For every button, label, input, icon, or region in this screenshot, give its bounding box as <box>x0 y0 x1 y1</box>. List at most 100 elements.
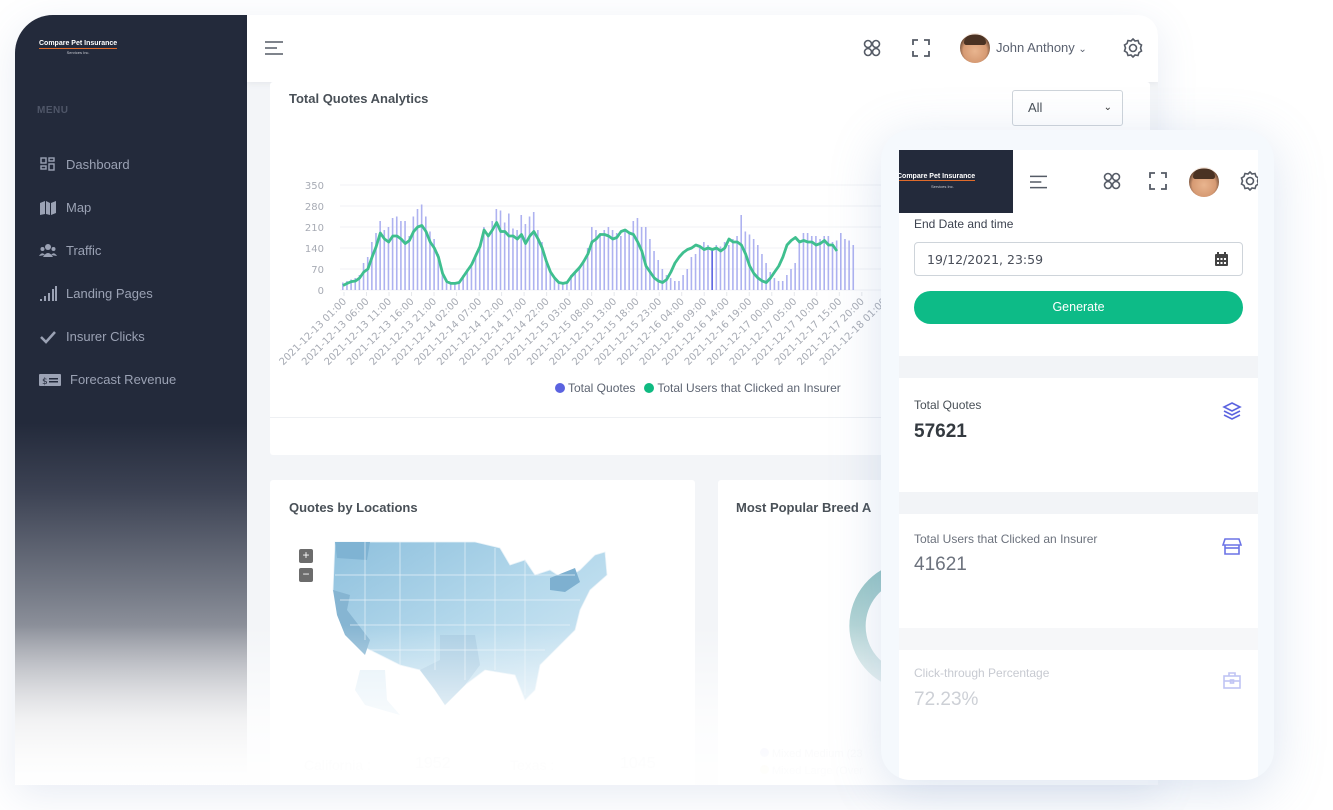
generate-button[interactable]: Generate <box>914 291 1243 324</box>
mobile-screen: Compare Pet Insurance Services Inc. End … <box>899 150 1258 780</box>
bar-total-quotes <box>707 245 709 290</box>
section-separator <box>899 356 1258 378</box>
apps-icon[interactable] <box>861 37 883 59</box>
stat-value: 41621 <box>914 554 967 575</box>
bar-total-quotes <box>591 227 593 290</box>
bar-total-quotes <box>387 227 390 290</box>
stage: Compare Pet Insurance Services Inc. MENU… <box>0 0 1333 810</box>
section-separator <box>899 628 1258 650</box>
legend-item-quotes[interactable]: Total Quotes <box>555 381 635 395</box>
y-tick-label: 280 <box>305 202 324 213</box>
bar-total-quotes <box>786 275 788 290</box>
legend-swatch <box>760 748 769 757</box>
stat-value: 72.23% <box>914 689 979 710</box>
bar-total-quotes <box>844 239 846 290</box>
stat-value: 57621 <box>914 421 967 442</box>
bar-total-quotes <box>545 263 547 290</box>
section-separator <box>899 492 1258 514</box>
locations-card: Quotes by Locations + − California : 195… <box>270 480 695 785</box>
mobile-menu-toggle-icon[interactable] <box>1030 175 1047 189</box>
breed-legend: Mixed Medium (23 Mixed Large (Over <box>760 746 863 780</box>
bar-total-quotes <box>412 216 415 290</box>
bar-total-quotes <box>404 221 406 290</box>
stat-card-total-clicks: Total Users that Clicked an Insurer 4162… <box>899 514 1258 596</box>
bar-total-quotes <box>661 269 664 290</box>
map-zoom-in-button[interactable]: + <box>299 549 313 563</box>
mobile-preview: Compare Pet Insurance Services Inc. End … <box>881 130 1274 780</box>
locations-title: Quotes by Locations <box>289 500 418 515</box>
end-date-input[interactable]: 19/12/2021, 23:59 <box>914 242 1243 276</box>
bar-total-quotes <box>794 263 796 290</box>
bar-total-quotes <box>416 209 419 290</box>
sidebar-item-label: Dashboard <box>66 157 130 172</box>
top-state-1: California : <box>304 757 371 773</box>
layers-icon <box>1222 402 1242 420</box>
sidebar-item-label: Landing Pages <box>66 286 153 301</box>
breed-legend-item[interactable]: Mixed Large (Over <box>760 763 863 780</box>
fullscreen-icon[interactable] <box>910 37 932 59</box>
briefcase-icon <box>1223 672 1241 689</box>
bar-total-quotes <box>599 233 601 290</box>
sidebar-item-label: Map <box>66 200 92 215</box>
bar-total-quotes <box>624 230 626 290</box>
user-menu[interactable]: John Anthony ⌄ <box>996 40 1087 55</box>
bar-total-quotes <box>761 254 763 290</box>
bar-total-quotes <box>690 257 693 290</box>
menu-toggle-icon[interactable] <box>265 41 283 55</box>
bar-total-quotes <box>420 204 423 290</box>
bar-total-quotes <box>379 221 381 290</box>
bar-total-quotes <box>366 257 369 290</box>
topbar: John Anthony ⌄ <box>247 15 1158 82</box>
mobile-brand-name: Compare Pet Insurance <box>899 173 976 181</box>
brand-logo[interactable]: Compare Pet Insurance Services Inc. <box>39 40 118 55</box>
sidebar-item-traffic[interactable]: Traffic <box>39 229 176 272</box>
sidebar-item-landing-pages[interactable]: Landing Pages <box>39 272 176 315</box>
sidebar-item-insurer-clicks[interactable]: Insurer Clicks <box>39 315 176 358</box>
breed-title: Most Popular Breed A <box>736 500 872 515</box>
map-region-alaska[interactable] <box>355 670 400 715</box>
bar-total-quotes <box>669 278 672 290</box>
mobile-brand[interactable]: Compare Pet Insurance Services Inc. <box>899 150 1013 213</box>
legend-item-clicks[interactable]: Total Users that Clicked an Insurer <box>644 381 841 395</box>
user-name: John Anthony <box>996 40 1075 55</box>
stat-card-total-quotes: Total Quotes 57621 <box>899 378 1258 462</box>
mobile-settings-gear-icon[interactable] <box>1239 170 1258 192</box>
y-tick-label: 70 <box>311 265 324 276</box>
sidebar-nav: Dashboard Map Traffic Landing Pages Insu… <box>39 143 176 401</box>
bar-total-quotes <box>773 278 776 290</box>
bar-total-quotes <box>620 236 622 290</box>
mobile-apps-icon[interactable] <box>1101 170 1123 192</box>
sidebar: Compare Pet Insurance Services Inc. MENU… <box>15 15 247 785</box>
bar-total-quotes <box>819 239 821 290</box>
y-tick-label: 350 <box>305 181 324 192</box>
mobile-fullscreen-icon[interactable] <box>1147 170 1169 192</box>
bar-total-quotes <box>640 227 643 290</box>
mobile-user-avatar[interactable] <box>1189 167 1219 197</box>
bar-total-quotes <box>371 242 373 290</box>
settings-gear-icon[interactable] <box>1122 37 1144 59</box>
bar-total-quotes <box>769 272 772 290</box>
bar-total-quotes <box>798 242 801 290</box>
bar-total-quotes <box>499 210 502 290</box>
bar-total-quotes <box>649 239 651 290</box>
bar-total-quotes <box>400 221 402 290</box>
bar-total-quotes <box>732 239 734 290</box>
bar-total-quotes <box>520 215 523 290</box>
bar-total-quotes <box>395 216 398 290</box>
sidebar-item-forecast-revenue[interactable]: $ Forecast Revenue <box>39 358 176 401</box>
bar-total-quotes <box>715 245 718 290</box>
sidebar-item-dashboard[interactable]: Dashboard <box>39 143 176 186</box>
user-avatar[interactable] <box>960 33 990 63</box>
us-map[interactable] <box>325 540 645 720</box>
stat-label: Total Quotes <box>914 398 982 412</box>
chart-legend: Total Quotes Total Users that Clicked an… <box>555 381 850 395</box>
sidebar-item-map[interactable]: Map <box>39 186 176 229</box>
money-bill-icon: $ <box>39 373 61 387</box>
bar-total-quotes <box>848 240 850 290</box>
calendar-icon[interactable] <box>1215 252 1228 266</box>
map-zoom-out-button[interactable]: − <box>299 568 313 582</box>
breed-legend-item[interactable]: Mixed Medium (23 <box>760 746 863 763</box>
bar-total-quotes <box>678 281 680 290</box>
legend-swatch <box>644 383 655 393</box>
bar-total-quotes <box>744 231 747 290</box>
